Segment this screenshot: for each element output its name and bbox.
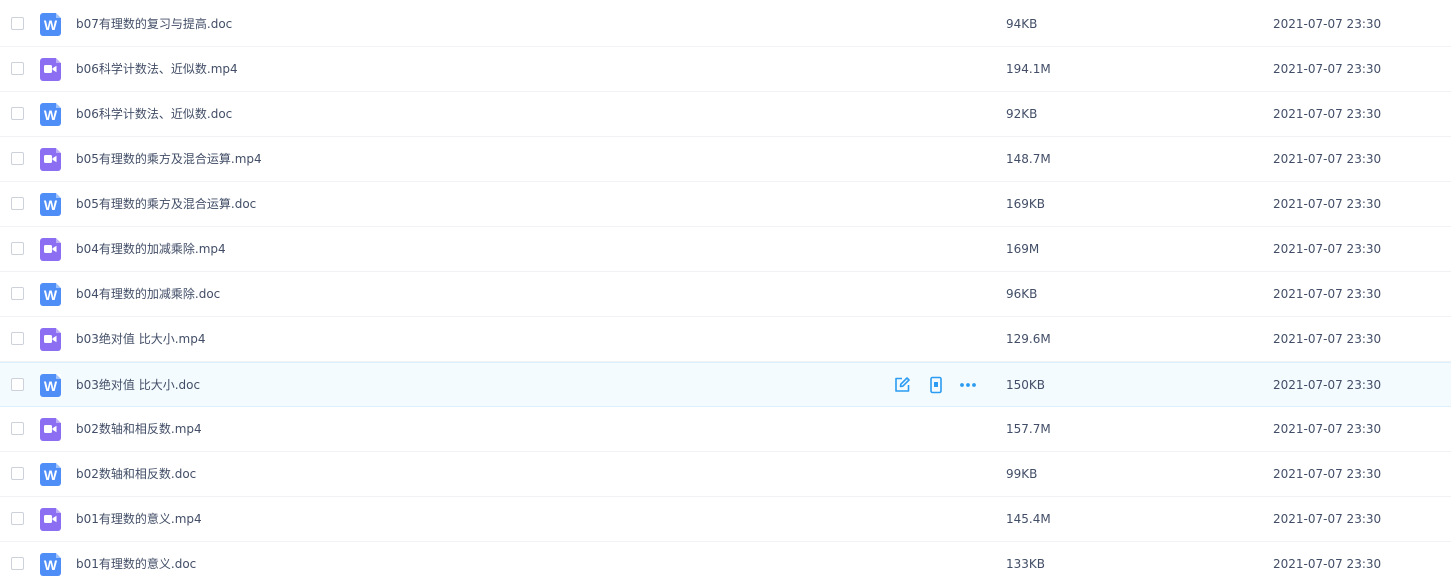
file-row[interactable]: b06科学计数法、近似数.mp4 194.1M 2021-07-07 23:30	[0, 47, 1451, 92]
video-file-icon	[40, 508, 61, 531]
file-modified-date: 2021-07-07 23:30	[1273, 152, 1382, 166]
file-size: 145.4M	[1006, 512, 1051, 526]
doc-glyph: W	[43, 378, 58, 394]
file-name-link[interactable]: b03绝对值 比大小.mp4	[76, 317, 205, 362]
doc-glyph: W	[43, 557, 58, 573]
file-size: 129.6M	[1006, 332, 1051, 346]
file-row[interactable]: Wb04有理数的加减乘除.doc 96KB 2021-07-07 23:30	[0, 272, 1451, 317]
row-checkbox[interactable]	[11, 557, 24, 570]
file-size: 99KB	[1006, 467, 1038, 481]
file-name-link[interactable]: b05有理数的乘方及混合运算.mp4	[76, 137, 262, 182]
row-checkbox[interactable]	[11, 107, 24, 120]
file-modified-date: 2021-07-07 23:30	[1273, 107, 1382, 121]
file-modified-date: 2021-07-07 23:30	[1273, 332, 1382, 346]
row-checkbox[interactable]	[11, 332, 24, 345]
more-icon[interactable]	[959, 376, 977, 394]
file-modified-date: 2021-07-07 23:30	[1273, 287, 1382, 301]
row-checkbox[interactable]	[11, 17, 24, 30]
file-name-link[interactable]: b01有理数的意义.mp4	[76, 497, 202, 542]
file-row[interactable]: Wb07有理数的复习与提高.doc 94KB 2021-07-07 23:30	[0, 2, 1451, 47]
file-name-link[interactable]: b06科学计数法、近似数.doc	[76, 92, 232, 137]
file-row[interactable]: b03绝对值 比大小.mp4 129.6M 2021-07-07 23:30	[0, 317, 1451, 362]
doc-glyph: W	[43, 107, 58, 123]
file-row[interactable]: Wb02数轴和相反数.doc 99KB 2021-07-07 23:30	[0, 452, 1451, 497]
file-name-link[interactable]: b02数轴和相反数.mp4	[76, 407, 202, 452]
word-doc-icon: W	[40, 13, 61, 36]
word-doc-icon: W	[40, 463, 61, 486]
word-doc-icon: W	[40, 103, 61, 126]
word-doc-icon: W	[40, 374, 61, 397]
file-name-link[interactable]: b02数轴和相反数.doc	[76, 452, 196, 497]
row-checkbox[interactable]	[11, 197, 24, 210]
video-file-icon	[40, 58, 61, 81]
file-modified-date: 2021-07-07 23:30	[1273, 557, 1382, 571]
file-size: 94KB	[1006, 17, 1038, 31]
file-modified-date: 2021-07-07 23:30	[1273, 197, 1382, 211]
file-modified-date: 2021-07-07 23:30	[1273, 422, 1382, 436]
row-checkbox[interactable]	[11, 422, 24, 435]
file-modified-date: 2021-07-07 23:30	[1273, 242, 1382, 256]
file-size: 148.7M	[1006, 152, 1051, 166]
file-row[interactable]: b01有理数的意义.mp4 145.4M 2021-07-07 23:30	[0, 497, 1451, 542]
file-size: 92KB	[1006, 107, 1038, 121]
file-modified-date: 2021-07-07 23:30	[1273, 62, 1382, 76]
file-name-link[interactable]: b04有理数的加减乘除.doc	[76, 272, 220, 317]
file-row[interactable]: b02数轴和相反数.mp4 157.7M 2021-07-07 23:30	[0, 407, 1451, 452]
row-checkbox[interactable]	[11, 467, 24, 480]
file-row[interactable]: Wb01有理数的意义.doc 133KB 2021-07-07 23:30	[0, 542, 1451, 581]
row-checkbox[interactable]	[11, 152, 24, 165]
edit-icon[interactable]	[893, 376, 911, 394]
file-size: 96KB	[1006, 287, 1038, 301]
file-name-link[interactable]: b07有理数的复习与提高.doc	[76, 2, 232, 47]
row-checkbox[interactable]	[11, 378, 24, 391]
file-row[interactable]: Wb05有理数的乘方及混合运算.doc 169KB 2021-07-07 23:30	[0, 182, 1451, 227]
file-modified-date: 2021-07-07 23:30	[1273, 467, 1382, 481]
file-row[interactable]: b05有理数的乘方及混合运算.mp4 148.7M 2021-07-07 23:30	[0, 137, 1451, 182]
row-checkbox[interactable]	[11, 512, 24, 525]
file-row[interactable]: Wb06科学计数法、近似数.doc 92KB 2021-07-07 23:30	[0, 92, 1451, 137]
file-row[interactable]: Wb03绝对值 比大小.doc 150KB 2021-07-07 23:30	[0, 362, 1451, 407]
row-checkbox[interactable]	[11, 62, 24, 75]
file-row[interactable]: b04有理数的加减乘除.mp4 169M 2021-07-07 23:30	[0, 227, 1451, 272]
video-file-icon	[40, 418, 61, 441]
doc-glyph: W	[43, 287, 58, 303]
row-checkbox[interactable]	[11, 287, 24, 300]
file-modified-date: 2021-07-07 23:30	[1273, 17, 1382, 31]
doc-glyph: W	[43, 17, 58, 33]
row-checkbox[interactable]	[11, 242, 24, 255]
file-name-link[interactable]: b06科学计数法、近似数.mp4	[76, 47, 238, 92]
file-list: Wb07有理数的复习与提高.doc 94KB 2021-07-07 23:30 b06…	[0, 0, 1451, 581]
file-name-link[interactable]: b03绝对值 比大小.doc	[76, 363, 200, 408]
video-file-icon	[40, 238, 61, 261]
file-size: 133KB	[1006, 557, 1046, 571]
file-size: 150KB	[1006, 378, 1046, 392]
send-to-phone-icon[interactable]	[927, 376, 945, 394]
video-file-icon	[40, 328, 61, 351]
file-modified-date: 2021-07-07 23:30	[1273, 378, 1382, 392]
file-size: 169M	[1006, 242, 1040, 256]
file-size: 194.1M	[1006, 62, 1051, 76]
word-doc-icon: W	[40, 193, 61, 216]
doc-glyph: W	[43, 467, 58, 483]
file-modified-date: 2021-07-07 23:30	[1273, 512, 1382, 526]
file-name-link[interactable]: b05有理数的乘方及混合运算.doc	[76, 182, 256, 227]
word-doc-icon: W	[40, 283, 61, 306]
file-size: 157.7M	[1006, 422, 1051, 436]
file-name-link[interactable]: b01有理数的意义.doc	[76, 542, 196, 581]
file-name-link[interactable]: b04有理数的加减乘除.mp4	[76, 227, 226, 272]
doc-glyph: W	[43, 197, 58, 213]
word-doc-icon: W	[40, 553, 61, 576]
video-file-icon	[40, 148, 61, 171]
file-size: 169KB	[1006, 197, 1046, 211]
